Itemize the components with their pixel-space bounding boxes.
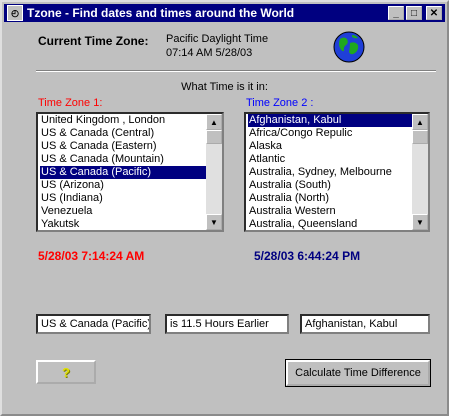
list-item[interactable]: US & Canada (Central) xyxy=(40,127,222,140)
list-item[interactable]: United Kingdom , London xyxy=(40,114,222,127)
zone1-listbox[interactable]: United Kingdom , London US & Canada (Cent… xyxy=(36,112,224,232)
list-item[interactable]: Australia, Sydney, Melbourne xyxy=(248,166,428,179)
current-zone-name: Pacific Daylight Time xyxy=(166,33,269,45)
close-button[interactable]: ✕ xyxy=(426,6,442,20)
list-item[interactable]: Australia, Queensland xyxy=(248,218,428,230)
list-item[interactable]: Africa/Congo Repulic xyxy=(248,127,428,140)
scroll-up-icon[interactable]: ▲ xyxy=(412,114,428,130)
list-item[interactable]: Australia (North) xyxy=(248,192,428,205)
zone1-label: Time Zone 1: xyxy=(38,97,103,109)
scroll-down-icon[interactable]: ▼ xyxy=(412,214,428,230)
prompt-label: What Time is it in: xyxy=(181,81,268,93)
list-item[interactable]: Afghanistan, Kabul xyxy=(248,114,428,127)
zone1-result-field[interactable]: US & Canada (Pacific) xyxy=(36,314,151,334)
calculate-button[interactable]: Calculate Time Difference xyxy=(285,359,431,387)
help-icon: ? xyxy=(62,364,70,380)
list-item[interactable]: Australia (South) xyxy=(248,179,428,192)
list-item[interactable]: Australia Western xyxy=(248,205,428,218)
minimize-button[interactable]: _ xyxy=(388,6,404,20)
zone2-scrollbar[interactable]: ▲ ▼ xyxy=(412,114,428,230)
title-bar[interactable]: ◴ Tzone - Find dates and times around th… xyxy=(4,4,445,22)
clock-icon: ◴ xyxy=(7,5,23,21)
list-item[interactable]: US & Canada (Mountain) xyxy=(40,153,222,166)
maximize-button[interactable]: □ xyxy=(406,6,422,20)
scroll-up-icon[interactable]: ▲ xyxy=(206,114,222,130)
window-title: Tzone - Find dates and times around the … xyxy=(27,6,295,20)
zone1-scrollbar[interactable]: ▲ ▼ xyxy=(206,114,222,230)
difference-field[interactable]: is 11.5 Hours Earlier xyxy=(165,314,289,334)
zone2-time: 5/28/03 6:44:24 PM xyxy=(254,249,361,263)
list-item[interactable]: US (Arizona) xyxy=(40,179,222,192)
current-zone-time: 07:14 AM 5/28/03 xyxy=(166,47,253,59)
main-window: ◴ Tzone - Find dates and times around th… xyxy=(0,0,449,416)
list-item[interactable]: Venezuela xyxy=(40,205,222,218)
list-item[interactable]: Yakutsk xyxy=(40,218,222,230)
list-item[interactable]: Alaska xyxy=(248,140,428,153)
zone1-time: 5/28/03 7:14:24 AM xyxy=(38,249,145,263)
zone2-label: Time Zone 2 : xyxy=(246,97,314,109)
list-item[interactable]: US & Canada (Pacific) xyxy=(40,166,222,179)
list-item[interactable]: US (Indiana) xyxy=(40,192,222,205)
list-item[interactable]: US & Canada (Eastern) xyxy=(40,140,222,153)
help-button[interactable]: ? xyxy=(36,360,96,384)
current-zone-label: Current Time Zone: xyxy=(38,34,149,48)
globe-icon xyxy=(333,31,365,63)
scroll-thumb[interactable] xyxy=(206,130,222,144)
list-item[interactable]: Atlantic xyxy=(248,153,428,166)
zone2-listbox[interactable]: Afghanistan, Kabul Africa/Congo Repulic Al… xyxy=(244,112,430,232)
zone2-result-field[interactable]: Afghanistan, Kabul xyxy=(300,314,430,334)
separator xyxy=(36,70,436,72)
scroll-down-icon[interactable]: ▼ xyxy=(206,214,222,230)
scroll-thumb[interactable] xyxy=(412,130,428,144)
